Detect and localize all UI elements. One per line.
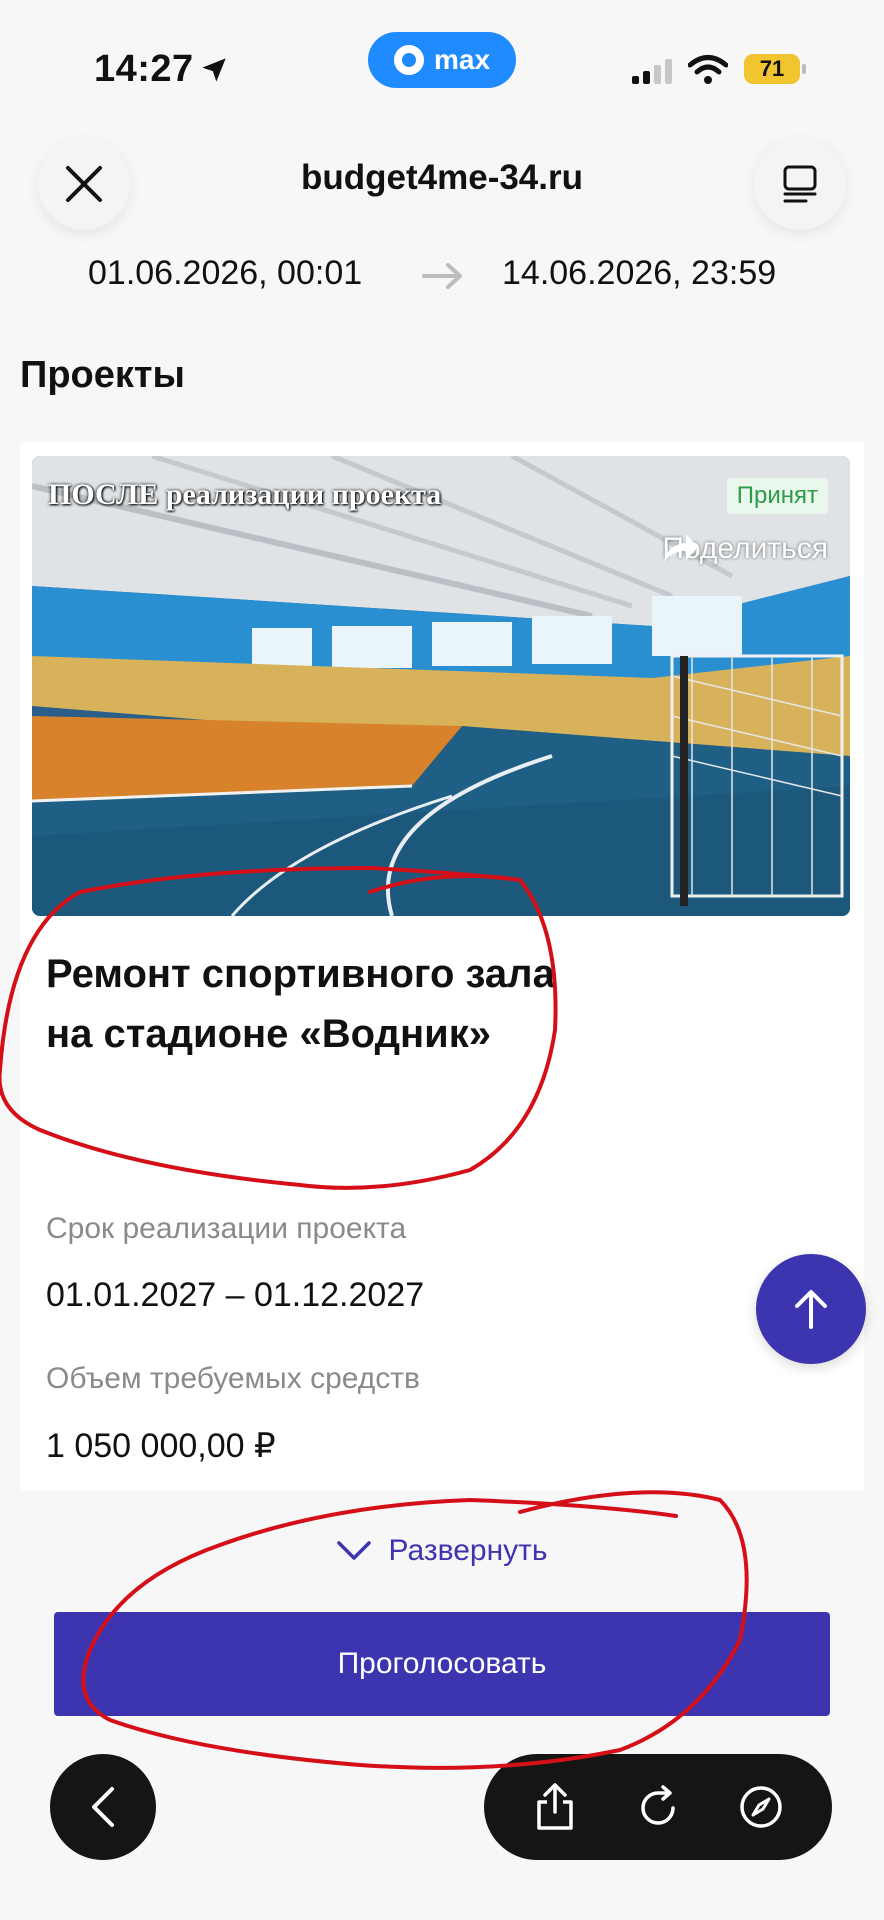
max-logo-icon — [393, 45, 424, 75]
chevron-down-icon — [337, 1541, 372, 1560]
term-label: Срок реализации проекта — [46, 1212, 407, 1245]
date-end: 14.06.2026, 23:59 — [502, 254, 777, 292]
back-button[interactable] — [50, 1754, 156, 1860]
max-app-pill[interactable]: max — [368, 32, 516, 88]
voting-period: 01.06.2026, 00:01 14.06.2026, 23:59 — [0, 254, 884, 298]
photo-caption: ПОСЛЕ реализации проекта — [48, 478, 442, 511]
section-title: Проекты — [20, 354, 185, 396]
share-button[interactable] — [527, 1779, 583, 1835]
expand-button[interactable]: Развернуть — [20, 1490, 864, 1612]
browser-toolbar — [484, 1754, 832, 1860]
screen: 14:27 max 71 budget4me-34.ru 01.06.2026,… — [0, 0, 884, 1920]
status-badge: Принят — [726, 478, 828, 514]
project-title[interactable]: Ремонт спортивного зала на стадионе «Вод… — [46, 944, 606, 1064]
amount-value: 1 050 000,00 ₽ — [46, 1427, 276, 1465]
share-arrow-icon — [664, 534, 699, 562]
expand-label: Развернуть — [388, 1534, 548, 1567]
close-button[interactable] — [38, 138, 130, 230]
share-icon — [537, 1783, 574, 1830]
date-start: 01.06.2026, 00:01 — [88, 254, 363, 292]
reader-menu-icon — [783, 165, 817, 203]
status-time: 14:27 — [94, 48, 194, 90]
battery-indicator: 71 — [744, 54, 806, 84]
arrow-right-icon — [422, 263, 462, 289]
wifi-icon — [688, 55, 728, 84]
project-photo[interactable]: ПОСЛЕ реализации проекта Принят Поделить… — [32, 456, 850, 916]
amount-label: Объем требуемых средств — [46, 1362, 420, 1395]
arrow-up-icon — [795, 1290, 827, 1329]
reload-icon — [641, 1785, 675, 1825]
scroll-to-top-button[interactable] — [756, 1254, 866, 1364]
close-icon — [66, 166, 102, 202]
reader-menu-button[interactable] — [754, 138, 846, 230]
reload-button[interactable] — [630, 1779, 686, 1835]
compass-button[interactable] — [733, 1779, 789, 1835]
max-label: max — [433, 44, 491, 75]
sports-hall-image — [32, 456, 850, 916]
compass-icon — [739, 1786, 782, 1828]
site-title: budget4me-34.ru — [301, 158, 583, 197]
status-bar: 14:27 max 71 — [0, 0, 884, 130]
chevron-left-icon — [92, 1787, 114, 1827]
term-value: 01.01.2027 – 01.12.2027 — [46, 1276, 425, 1314]
share-link[interactable]: Поделиться — [662, 532, 828, 566]
cellular-signal-icon — [632, 58, 672, 84]
location-arrow-icon — [202, 58, 226, 82]
project-card: ПОСЛЕ реализации проекта Принят Поделить… — [20, 442, 864, 1490]
vote-button[interactable]: Проголосовать — [54, 1612, 830, 1716]
